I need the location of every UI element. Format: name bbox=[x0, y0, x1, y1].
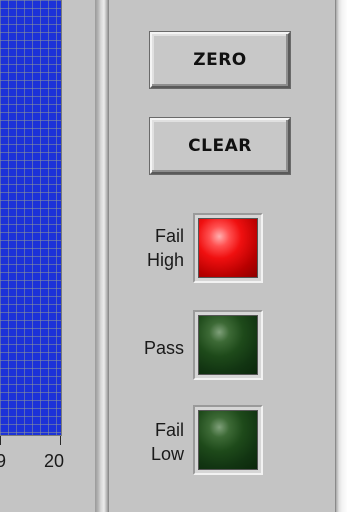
pass-led bbox=[198, 315, 258, 375]
x-axis-tick-label: 9 bbox=[0, 451, 7, 471]
graph-panel: 9 20 bbox=[0, 0, 95, 512]
fail-high-led-frame bbox=[193, 213, 263, 283]
clear-button[interactable]: CLEAR bbox=[150, 118, 290, 174]
window-right-edge bbox=[335, 0, 347, 512]
fail-low-label-line1: Fail bbox=[154, 420, 184, 440]
fail-low-led-frame bbox=[193, 405, 263, 475]
x-axis-tick bbox=[0, 436, 1, 445]
pass-led-frame bbox=[193, 310, 263, 380]
zero-button[interactable]: ZERO bbox=[150, 32, 290, 88]
front-panel: 9 20 ZERO CLEAR Fail High Pass Fail Low bbox=[0, 0, 347, 512]
fail-low-label: Fail Low bbox=[124, 418, 184, 466]
x-axis-tick bbox=[60, 436, 61, 445]
fail-high-label-line2: High bbox=[146, 250, 184, 270]
pass-label: Pass bbox=[124, 336, 184, 360]
graph-plot-area[interactable] bbox=[0, 0, 62, 436]
x-axis-tick-label: 20 bbox=[44, 451, 65, 471]
pass-label-line1: Pass bbox=[143, 338, 184, 358]
fail-high-label-line1: Fail bbox=[154, 226, 184, 246]
fail-low-label-line2: Low bbox=[150, 444, 184, 464]
fail-high-led bbox=[198, 218, 258, 278]
fail-high-label: Fail High bbox=[124, 224, 184, 272]
fail-low-led bbox=[198, 410, 258, 470]
panel-divider bbox=[95, 0, 109, 512]
